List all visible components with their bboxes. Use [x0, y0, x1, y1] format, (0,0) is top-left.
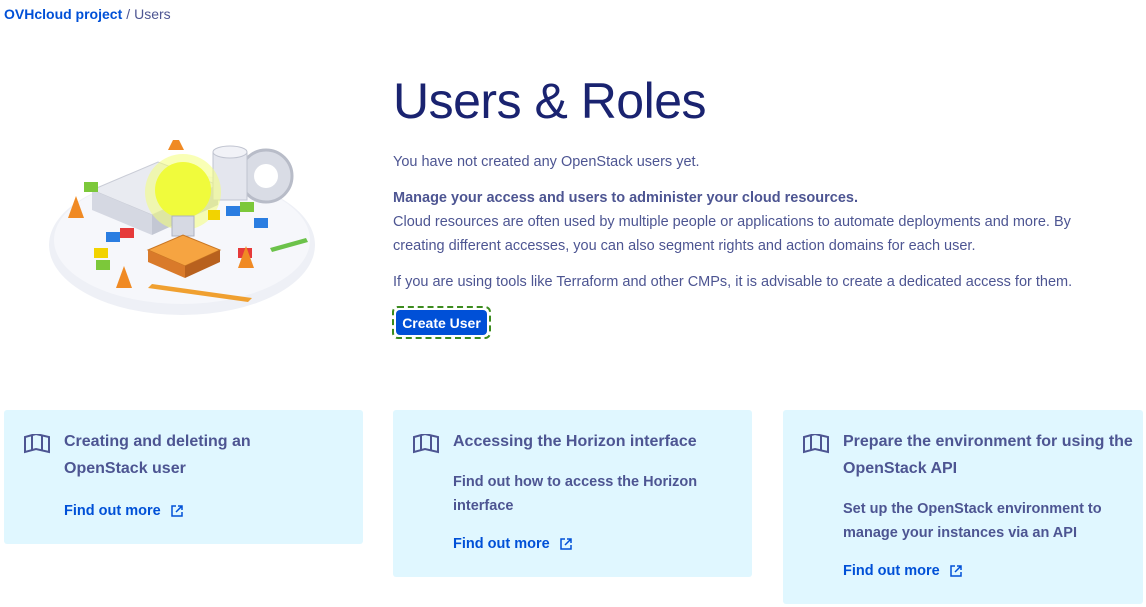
- users-roles-illustration: [49, 140, 315, 315]
- guide-card-description: Find out how to access the Horizon inter…: [453, 474, 698, 514]
- guide-card-description: Set up the OpenStack environment to mana…: [843, 501, 1102, 541]
- book-icon: [803, 434, 829, 454]
- guide-card-title: Creating and deleting an OpenStack user: [64, 433, 251, 477]
- find-out-more-label: Find out more: [453, 536, 550, 552]
- guide-card-title: Prepare the environment for using the Op…: [843, 433, 1133, 477]
- hero-section: Users & Roles You have not created any O…: [393, 70, 1113, 294]
- external-link-icon: [949, 565, 962, 577]
- external-link-icon: [559, 538, 572, 550]
- create-user-label: Create User: [396, 310, 487, 335]
- find-out-more-link[interactable]: Find out more: [64, 503, 183, 519]
- breadcrumb-project-link[interactable]: OVHcloud project: [4, 6, 122, 22]
- find-out-more-link[interactable]: Find out more: [843, 563, 962, 579]
- page-title: Users & Roles: [393, 73, 707, 129]
- manage-heading: Manage your access and users to administ…: [393, 190, 858, 206]
- find-out-more-link[interactable]: Find out more: [453, 536, 572, 552]
- book-icon: [24, 434, 50, 454]
- guide-card-create-delete-user: Creating and deleting an OpenStack user …: [4, 410, 363, 544]
- guide-card-openstack-api: Prepare the environment for using the Op…: [783, 410, 1143, 604]
- book-icon: [413, 434, 439, 454]
- create-user-button[interactable]: Create User: [392, 306, 491, 339]
- empty-state-text: You have not created any OpenStack users…: [393, 154, 700, 170]
- description-text: Cloud resources are often used by multip…: [393, 214, 1071, 254]
- guide-card-title: Accessing the Horizon interface: [453, 433, 697, 450]
- breadcrumb: OVHcloud project / Users: [4, 6, 171, 22]
- external-link-icon: [170, 505, 183, 517]
- breadcrumb-separator: /: [126, 6, 131, 22]
- guide-card-horizon-interface: Accessing the Horizon interface Find out…: [393, 410, 752, 577]
- find-out-more-label: Find out more: [843, 563, 940, 579]
- find-out-more-label: Find out more: [64, 503, 161, 519]
- tools-advice-text: If you are using tools like Terraform an…: [393, 274, 1073, 290]
- breadcrumb-current: Users: [134, 6, 171, 22]
